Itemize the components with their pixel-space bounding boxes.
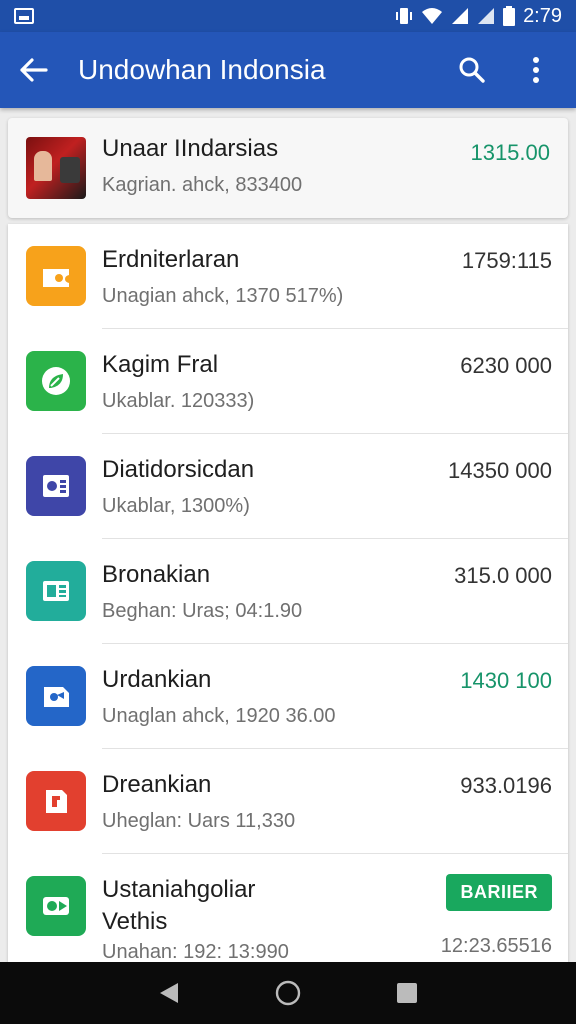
item-subtitle: Ukablar. 120333) [102,390,255,412]
vibrate-icon [396,8,413,24]
bookmark-icon [26,771,86,831]
status-bar: 2:79 [0,0,576,32]
item-title: Erdniterlaran [102,246,240,273]
app-bar: Undowhan Indonsia [0,32,576,108]
system-nav-bar [0,962,576,1024]
item-subtitle: Unahan: 192: 13:990 [102,941,289,963]
more-vert-icon [533,57,539,83]
document-icon [26,456,86,516]
item-amount: 1759:115 [461,248,552,273]
overflow-menu-button[interactable] [514,48,558,92]
wifi-icon [422,8,443,24]
item-amount: 1430 100 [460,668,552,693]
item-amount: 14350 000 [448,458,552,483]
item-title: Dreankian [102,771,212,798]
featured-item[interactable]: Unaar IIndarsias Kagrian. ahck, 833400 1… [8,118,568,218]
battery-icon [503,6,516,26]
item-title-line2: Vethis [102,908,168,935]
item-subtitle: Uheglan: Uars 11,330 [102,810,296,832]
item-title: Kagim Fral [102,351,219,378]
signal-icon-2 [478,8,495,24]
item-title: Diatidorsicdan [102,456,255,483]
search-icon [459,57,485,83]
status-icons: 2:79 [395,5,562,28]
list-item[interactable]: Kagim Fral Ukablar. 120333) 6230 000 [8,329,568,434]
item-amount: 6230 000 [460,353,552,378]
item-amount: 12:23.65516 [440,935,552,957]
transaction-list: Erdniterlaran Unagian ahck, 1370 517%) 1… [8,224,568,964]
item-subtitle: Unaglan ahck, 1920 36.00 [102,705,336,727]
list-item[interactable]: Urdankian Unaglan ahck, 1920 36.00 1430 … [8,644,568,749]
list-item[interactable]: Diatidorsicdan Ukablar, 1300%) 14350 000 [8,434,568,539]
featured-thumbnail [26,137,86,199]
list-item[interactable]: Erdniterlaran Unagian ahck, 1370 517%) 1… [8,224,568,329]
featured-subtitle: Kagrian. ahck, 833400 [102,174,303,196]
featured-amount: 1315.00 [470,140,550,165]
item-subtitle: Beghan: Uras; 04:1.90 [102,600,303,622]
status-badge-button[interactable]: BARIIER [446,874,552,911]
item-subtitle: Ukablar, 1300%) [102,495,250,517]
item-title: Urdankian [102,666,212,693]
featured-title: Unaar IIndarsias [102,135,279,162]
nav-home-icon[interactable] [275,980,301,1006]
page-title: Undowhan Indonsia [78,54,326,85]
nav-recents-icon[interactable] [396,982,418,1004]
list-item[interactable]: Ustaniahgoliar Vethis Unahan: 192: 13:99… [8,854,568,964]
notification-icon [14,8,34,24]
back-button[interactable] [12,48,56,92]
ticket-icon [26,246,86,306]
item-title: Bronakian [102,561,211,588]
search-button[interactable] [450,48,494,92]
list-item[interactable]: Bronakian Beghan: Uras; 04:1.90 315.0 00… [8,539,568,644]
nav-back-icon[interactable] [158,981,180,1005]
item-title-line1: Ustaniahgoliar [102,876,256,903]
list-item[interactable]: Dreankian Uheglan: Uars 11,330 933.0196 [8,749,568,854]
video-icon [26,876,86,936]
leaf-icon [26,351,86,411]
card-icon [26,561,86,621]
tag-icon [26,666,86,726]
signal-icon [452,8,469,24]
status-time: 2:79 [523,4,562,27]
item-amount: 315.0 000 [454,563,552,588]
item-amount: 933.0196 [460,773,552,798]
back-arrow-icon [20,58,48,82]
item-subtitle: Unagian ahck, 1370 517%) [102,285,344,307]
